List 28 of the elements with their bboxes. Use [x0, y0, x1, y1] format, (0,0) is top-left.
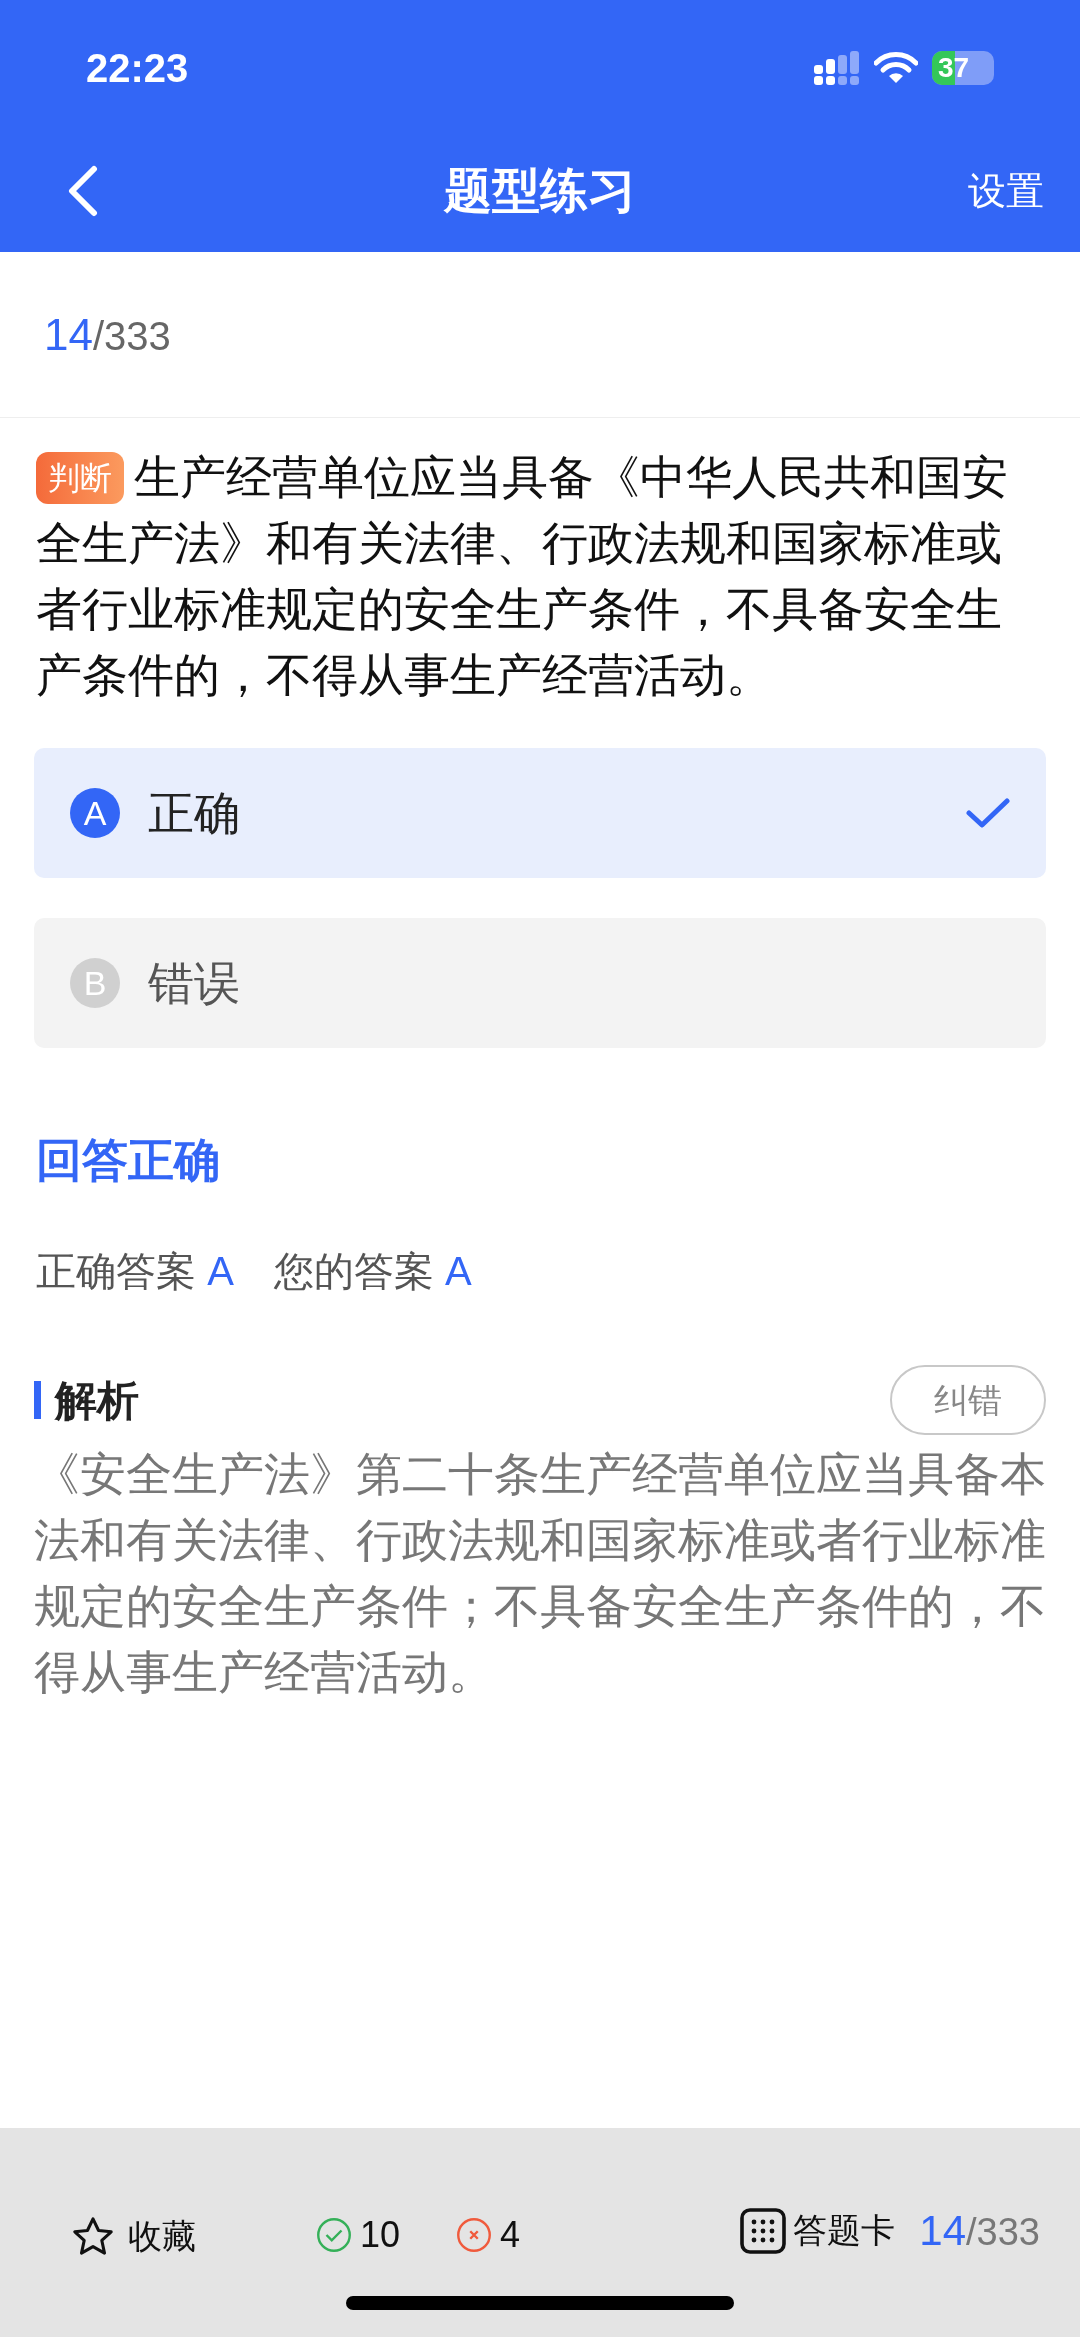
status-time: 22:23	[86, 45, 189, 92]
option-text: 错误	[148, 955, 241, 1011]
result-title: 回答正确	[36, 1133, 221, 1188]
correct-icon	[316, 2217, 352, 2253]
bottom-counter: 14/333	[919, 2206, 1040, 2256]
wifi-icon	[874, 51, 918, 85]
grid-icon	[739, 2206, 788, 2255]
back-icon[interactable]	[66, 165, 98, 217]
report-error-button[interactable]: 纠错	[890, 1365, 1046, 1435]
check-icon	[966, 797, 1010, 829]
section-title: 解析	[55, 1375, 139, 1426]
question-text: 判断 生产经营单位应当具备《中华人民共和国安全生产法》和有关法律、行政法规和国家标准或者行业标准规定的安全生产条件，不具备安全生产条件的，不得从事生产经营活动。	[36, 450, 1009, 703]
your-answer: 您的答案 A	[273, 1248, 472, 1295]
option-letter: A	[70, 788, 120, 838]
question-counter: 14/333	[44, 308, 171, 361]
option-text: 正确	[148, 785, 241, 841]
wrong-icon	[456, 2217, 493, 2253]
correct-count: 10	[360, 2213, 401, 2257]
answer-card-button[interactable]: 答题卡	[739, 2205, 896, 2256]
analysis-text: 《安全生产法》第二十条生产经营单位应当具备本法和有关法律、行政法规和国家标准或者行业标准规定的安全生产条件；不具备安全生产条件的，不得从事生产经营活动。	[34, 1447, 1046, 1700]
page-title: 题型练习	[444, 163, 636, 219]
favorite-button[interactable]: 收藏	[70, 2211, 196, 2262]
answer-option[interactable]: A 正确	[34, 748, 1046, 878]
section-marker	[34, 1381, 41, 1419]
settings-button[interactable]: 设置	[968, 162, 1044, 220]
signal-icon	[814, 51, 860, 85]
correct-answer: 正确答案 A	[36, 1248, 234, 1295]
wrong-count: 4	[500, 2213, 521, 2257]
